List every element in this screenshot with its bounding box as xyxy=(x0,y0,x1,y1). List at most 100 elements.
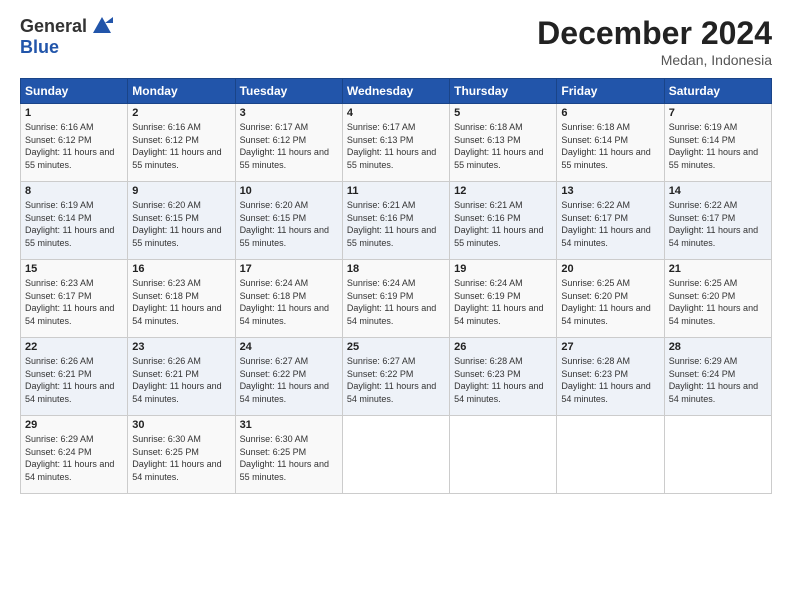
day-info: Sunrise: 6:17 AMSunset: 6:13 PMDaylight:… xyxy=(347,122,436,170)
calendar-week-1: 1 Sunrise: 6:16 AMSunset: 6:12 PMDayligh… xyxy=(21,104,772,182)
calendar-cell xyxy=(342,416,449,494)
calendar-cell: 3 Sunrise: 6:17 AMSunset: 6:12 PMDayligh… xyxy=(235,104,342,182)
day-number: 29 xyxy=(25,419,123,431)
day-number: 7 xyxy=(669,107,767,119)
calendar-cell: 30 Sunrise: 6:30 AMSunset: 6:25 PMDaylig… xyxy=(128,416,235,494)
logo: General Blue xyxy=(20,15,113,58)
day-header-saturday: Saturday xyxy=(664,79,771,104)
day-info: Sunrise: 6:21 AMSunset: 6:16 PMDaylight:… xyxy=(347,200,436,248)
calendar-cell: 7 Sunrise: 6:19 AMSunset: 6:14 PMDayligh… xyxy=(664,104,771,182)
calendar-cell: 17 Sunrise: 6:24 AMSunset: 6:18 PMDaylig… xyxy=(235,260,342,338)
day-number: 1 xyxy=(25,107,123,119)
day-header-sunday: Sunday xyxy=(21,79,128,104)
calendar-cell: 12 Sunrise: 6:21 AMSunset: 6:16 PMDaylig… xyxy=(450,182,557,260)
day-info: Sunrise: 6:26 AMSunset: 6:21 PMDaylight:… xyxy=(25,356,114,404)
day-number: 24 xyxy=(240,341,338,353)
day-info: Sunrise: 6:18 AMSunset: 6:13 PMDaylight:… xyxy=(454,122,543,170)
day-number: 28 xyxy=(669,341,767,353)
logo-icon xyxy=(91,15,113,37)
calendar-table: SundayMondayTuesdayWednesdayThursdayFrid… xyxy=(20,78,772,494)
day-info: Sunrise: 6:27 AMSunset: 6:22 PMDaylight:… xyxy=(240,356,329,404)
day-info: Sunrise: 6:24 AMSunset: 6:18 PMDaylight:… xyxy=(240,278,329,326)
month-title: December 2024 xyxy=(537,15,772,52)
calendar-cell: 1 Sunrise: 6:16 AMSunset: 6:12 PMDayligh… xyxy=(21,104,128,182)
calendar-week-2: 8 Sunrise: 6:19 AMSunset: 6:14 PMDayligh… xyxy=(21,182,772,260)
day-number: 14 xyxy=(669,185,767,197)
day-number: 6 xyxy=(561,107,659,119)
day-header-friday: Friday xyxy=(557,79,664,104)
calendar-cell: 4 Sunrise: 6:17 AMSunset: 6:13 PMDayligh… xyxy=(342,104,449,182)
day-number: 12 xyxy=(454,185,552,197)
calendar-cell: 14 Sunrise: 6:22 AMSunset: 6:17 PMDaylig… xyxy=(664,182,771,260)
day-number: 20 xyxy=(561,263,659,275)
day-info: Sunrise: 6:23 AMSunset: 6:18 PMDaylight:… xyxy=(132,278,221,326)
calendar-cell: 24 Sunrise: 6:27 AMSunset: 6:22 PMDaylig… xyxy=(235,338,342,416)
day-header-tuesday: Tuesday xyxy=(235,79,342,104)
title-area: December 2024 Medan, Indonesia xyxy=(537,15,772,68)
day-number: 2 xyxy=(132,107,230,119)
day-info: Sunrise: 6:21 AMSunset: 6:16 PMDaylight:… xyxy=(454,200,543,248)
calendar-cell: 25 Sunrise: 6:27 AMSunset: 6:22 PMDaylig… xyxy=(342,338,449,416)
calendar-week-4: 22 Sunrise: 6:26 AMSunset: 6:21 PMDaylig… xyxy=(21,338,772,416)
calendar-cell: 19 Sunrise: 6:24 AMSunset: 6:19 PMDaylig… xyxy=(450,260,557,338)
calendar-cell: 5 Sunrise: 6:18 AMSunset: 6:13 PMDayligh… xyxy=(450,104,557,182)
day-number: 30 xyxy=(132,419,230,431)
calendar-week-3: 15 Sunrise: 6:23 AMSunset: 6:17 PMDaylig… xyxy=(21,260,772,338)
day-number: 25 xyxy=(347,341,445,353)
day-info: Sunrise: 6:17 AMSunset: 6:12 PMDaylight:… xyxy=(240,122,329,170)
calendar-cell: 6 Sunrise: 6:18 AMSunset: 6:14 PMDayligh… xyxy=(557,104,664,182)
calendar-cell xyxy=(557,416,664,494)
day-number: 13 xyxy=(561,185,659,197)
day-number: 16 xyxy=(132,263,230,275)
day-info: Sunrise: 6:26 AMSunset: 6:21 PMDaylight:… xyxy=(132,356,221,404)
day-info: Sunrise: 6:28 AMSunset: 6:23 PMDaylight:… xyxy=(561,356,650,404)
calendar-cell: 9 Sunrise: 6:20 AMSunset: 6:15 PMDayligh… xyxy=(128,182,235,260)
calendar-cell xyxy=(664,416,771,494)
day-info: Sunrise: 6:29 AMSunset: 6:24 PMDaylight:… xyxy=(25,434,114,482)
calendar-cell: 11 Sunrise: 6:21 AMSunset: 6:16 PMDaylig… xyxy=(342,182,449,260)
day-info: Sunrise: 6:18 AMSunset: 6:14 PMDaylight:… xyxy=(561,122,650,170)
calendar-cell: 23 Sunrise: 6:26 AMSunset: 6:21 PMDaylig… xyxy=(128,338,235,416)
day-number: 22 xyxy=(25,341,123,353)
day-number: 19 xyxy=(454,263,552,275)
day-info: Sunrise: 6:29 AMSunset: 6:24 PMDaylight:… xyxy=(669,356,758,404)
day-number: 23 xyxy=(132,341,230,353)
logo-blue-text: Blue xyxy=(20,37,59,58)
day-header-thursday: Thursday xyxy=(450,79,557,104)
day-info: Sunrise: 6:20 AMSunset: 6:15 PMDaylight:… xyxy=(240,200,329,248)
calendar-cell: 10 Sunrise: 6:20 AMSunset: 6:15 PMDaylig… xyxy=(235,182,342,260)
calendar-cell: 21 Sunrise: 6:25 AMSunset: 6:20 PMDaylig… xyxy=(664,260,771,338)
day-number: 31 xyxy=(240,419,338,431)
day-info: Sunrise: 6:19 AMSunset: 6:14 PMDaylight:… xyxy=(669,122,758,170)
day-info: Sunrise: 6:25 AMSunset: 6:20 PMDaylight:… xyxy=(669,278,758,326)
calendar-cell: 22 Sunrise: 6:26 AMSunset: 6:21 PMDaylig… xyxy=(21,338,128,416)
day-number: 17 xyxy=(240,263,338,275)
calendar-header-row: SundayMondayTuesdayWednesdayThursdayFrid… xyxy=(21,79,772,104)
calendar-cell: 26 Sunrise: 6:28 AMSunset: 6:23 PMDaylig… xyxy=(450,338,557,416)
day-info: Sunrise: 6:22 AMSunset: 6:17 PMDaylight:… xyxy=(561,200,650,248)
calendar-cell: 27 Sunrise: 6:28 AMSunset: 6:23 PMDaylig… xyxy=(557,338,664,416)
calendar-cell: 28 Sunrise: 6:29 AMSunset: 6:24 PMDaylig… xyxy=(664,338,771,416)
day-number: 8 xyxy=(25,185,123,197)
calendar-cell xyxy=(450,416,557,494)
day-number: 15 xyxy=(25,263,123,275)
page: General Blue December 2024 Medan, Indone… xyxy=(0,0,792,612)
day-info: Sunrise: 6:20 AMSunset: 6:15 PMDaylight:… xyxy=(132,200,221,248)
day-number: 21 xyxy=(669,263,767,275)
day-number: 9 xyxy=(132,185,230,197)
calendar-cell: 31 Sunrise: 6:30 AMSunset: 6:25 PMDaylig… xyxy=(235,416,342,494)
calendar-cell: 15 Sunrise: 6:23 AMSunset: 6:17 PMDaylig… xyxy=(21,260,128,338)
calendar-cell: 20 Sunrise: 6:25 AMSunset: 6:20 PMDaylig… xyxy=(557,260,664,338)
header: General Blue December 2024 Medan, Indone… xyxy=(20,15,772,68)
calendar-week-5: 29 Sunrise: 6:29 AMSunset: 6:24 PMDaylig… xyxy=(21,416,772,494)
day-info: Sunrise: 6:24 AMSunset: 6:19 PMDaylight:… xyxy=(347,278,436,326)
day-info: Sunrise: 6:27 AMSunset: 6:22 PMDaylight:… xyxy=(347,356,436,404)
day-number: 26 xyxy=(454,341,552,353)
day-header-wednesday: Wednesday xyxy=(342,79,449,104)
day-info: Sunrise: 6:16 AMSunset: 6:12 PMDaylight:… xyxy=(25,122,114,170)
calendar-cell: 2 Sunrise: 6:16 AMSunset: 6:12 PMDayligh… xyxy=(128,104,235,182)
location-subtitle: Medan, Indonesia xyxy=(537,52,772,68)
day-info: Sunrise: 6:30 AMSunset: 6:25 PMDaylight:… xyxy=(132,434,221,482)
calendar-cell: 13 Sunrise: 6:22 AMSunset: 6:17 PMDaylig… xyxy=(557,182,664,260)
day-number: 10 xyxy=(240,185,338,197)
